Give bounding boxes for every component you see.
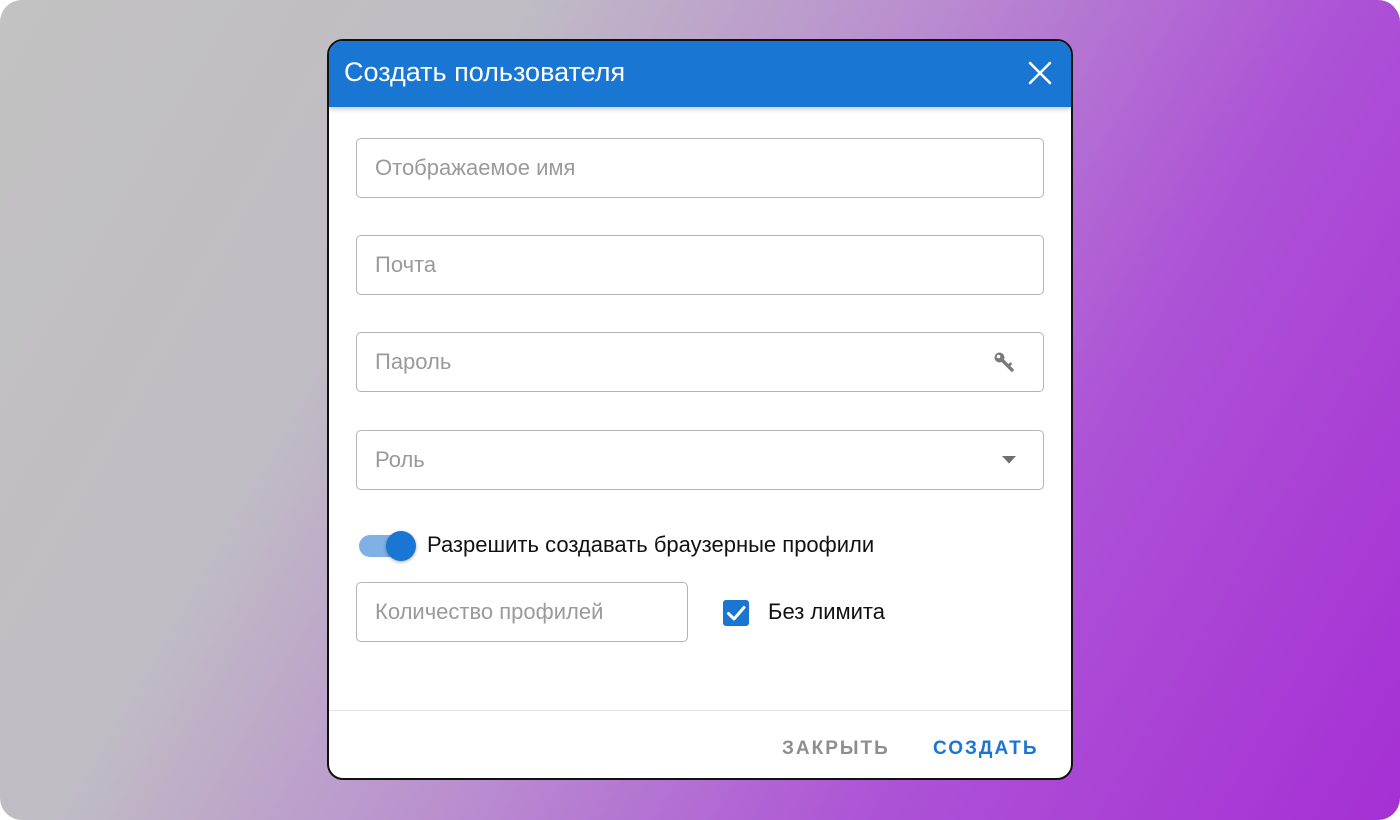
page-background: Создать пользователя Отображаемое имя По… bbox=[0, 0, 1400, 820]
check-icon bbox=[727, 606, 746, 621]
no-limit-label: Без лимита bbox=[768, 599, 885, 624]
create-user-dialog: Создать пользователя Отображаемое имя По… bbox=[327, 39, 1073, 780]
dropdown-arrow-icon bbox=[1001, 455, 1017, 465]
close-button[interactable]: ЗАКРЫТЬ bbox=[782, 737, 890, 761]
no-limit-checkbox[interactable] bbox=[723, 600, 749, 626]
create-button[interactable]: СОЗДАТЬ bbox=[933, 737, 1039, 761]
profile-count-input[interactable] bbox=[357, 583, 687, 641]
display-name-input[interactable] bbox=[357, 139, 1043, 197]
dialog-title: Создать пользователя bbox=[344, 57, 626, 87]
close-icon[interactable] bbox=[1023, 56, 1057, 90]
display-name-field bbox=[356, 138, 1044, 198]
footer-divider bbox=[329, 710, 1071, 711]
dialog-header: Создать пользователя bbox=[329, 41, 1071, 107]
allow-profiles-toggle[interactable] bbox=[359, 529, 419, 563]
password-field bbox=[356, 332, 1044, 392]
profile-count-field bbox=[356, 582, 688, 642]
key-icon[interactable] bbox=[992, 350, 1016, 374]
role-select[interactable]: Роль bbox=[356, 430, 1044, 490]
email-field bbox=[356, 235, 1044, 295]
email-input[interactable] bbox=[357, 236, 1043, 294]
allow-profiles-label: Разрешить создавать браузерные профили bbox=[427, 532, 875, 557]
toggle-thumb bbox=[386, 531, 416, 561]
password-input[interactable] bbox=[357, 333, 1043, 391]
role-placeholder: Роль bbox=[375, 447, 425, 472]
